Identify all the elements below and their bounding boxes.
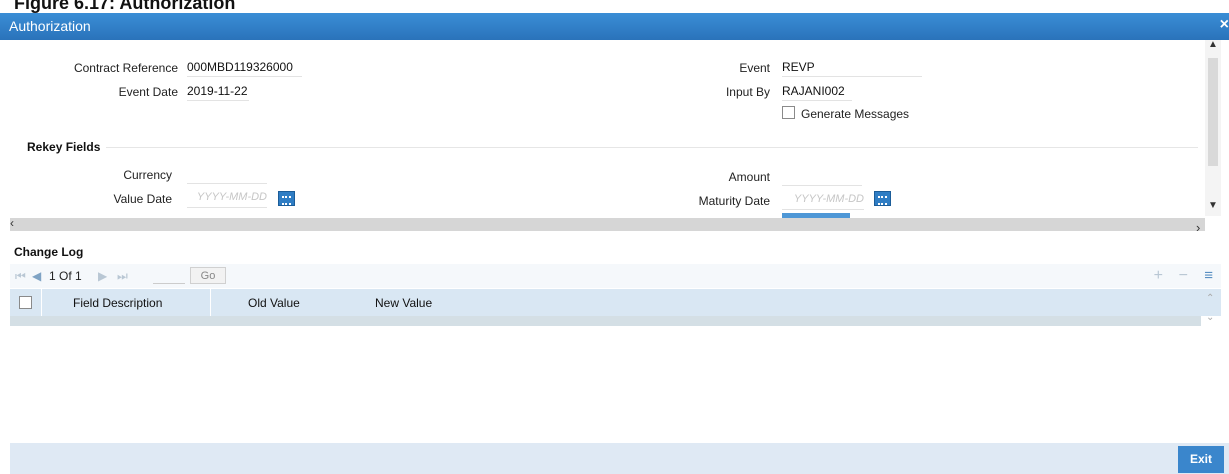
event-date-label: Event Date — [118, 85, 178, 99]
close-icon[interactable]: × — [1220, 16, 1229, 34]
page-number-input[interactable] — [153, 269, 185, 284]
table-scrollbar[interactable]: ⌃ ⌄ — [1201, 289, 1221, 327]
change-log-table-header: Field Description Old Value New Value — [10, 289, 1221, 316]
event-label: Event — [739, 61, 770, 75]
calendar-icon[interactable] — [278, 191, 295, 206]
last-page-icon[interactable]: ⏭ — [117, 269, 128, 284]
column-field-description[interactable]: Field Description — [73, 296, 162, 310]
column-divider — [41, 289, 42, 316]
event-value: REVP — [782, 60, 922, 77]
scroll-down-icon[interactable]: ▼ — [1208, 200, 1218, 211]
scroll-up-icon[interactable]: ▲ — [1208, 40, 1218, 50]
page-indicator: 1 Of 1 — [49, 269, 82, 283]
maturity-date-input[interactable]: YYYY-MM-DD — [782, 193, 864, 210]
horizontal-scrollbar[interactable]: ‹ — [10, 216, 1205, 231]
figure-caption: Figure 6.17: Authorization — [14, 0, 236, 13]
first-page-icon[interactable]: ⏮ — [15, 269, 26, 284]
change-log-pager: ⏮ ◀ 1 Of 1 ▶ ⏭ Go + − ≡ — [10, 264, 1221, 288]
scroll-left-icon[interactable]: ‹ — [10, 216, 14, 230]
add-row-icon[interactable]: + — [1154, 267, 1163, 285]
footer-bar: Exit — [10, 443, 1229, 474]
contract-reference-value: 000MBD119326000 — [187, 60, 302, 77]
vertical-scrollbar[interactable]: ▲ ▼ — [1205, 40, 1221, 216]
next-page-icon[interactable]: ▶ — [98, 269, 107, 283]
calendar-icon[interactable] — [874, 191, 891, 206]
section-divider — [106, 147, 1198, 148]
prev-page-icon[interactable]: ◀ — [32, 269, 41, 283]
select-all-checkbox[interactable] — [19, 296, 32, 309]
currency-input[interactable] — [187, 167, 267, 184]
amount-input[interactable] — [782, 169, 862, 186]
value-date-label: Value Date — [113, 192, 172, 206]
scroll-down-icon[interactable]: ⌄ — [1206, 312, 1214, 323]
currency-label: Currency — [123, 168, 172, 182]
scroll-right-icon[interactable]: › — [1196, 220, 1200, 235]
list-view-icon[interactable]: ≡ — [1204, 267, 1213, 284]
rekey-fields-title: Rekey Fields — [27, 140, 101, 154]
event-date-value: 2019-11-22 — [187, 84, 249, 101]
change-log-title: Change Log — [14, 245, 84, 259]
value-date-input[interactable]: YYYY-MM-DD — [187, 191, 267, 208]
delete-row-icon[interactable]: − — [1179, 267, 1188, 285]
input-by-label: Input By — [725, 85, 770, 99]
generate-messages-checkbox[interactable] — [782, 106, 795, 119]
scroll-up-icon[interactable]: ⌃ — [1206, 293, 1214, 304]
exit-button[interactable]: Exit — [1178, 446, 1224, 473]
amount-label: Amount — [728, 170, 770, 184]
contract-reference-label: Contract Reference — [73, 61, 178, 75]
generate-messages-label: Generate Messages — [801, 107, 910, 121]
column-old-value[interactable]: Old Value — [248, 296, 300, 310]
go-button[interactable]: Go — [190, 267, 226, 284]
maturity-date-label: Maturity Date — [698, 194, 770, 208]
column-new-value[interactable]: New Value — [375, 296, 432, 310]
window-titlebar: Authorization × — [0, 13, 1229, 40]
authorization-form: Contract Reference 000MBD119326000 Event… — [10, 40, 1221, 236]
input-by-value: RAJANI002 — [782, 84, 852, 101]
scrollbar-thumb[interactable] — [1208, 58, 1218, 166]
column-divider — [210, 289, 211, 316]
window-title: Authorization — [9, 18, 91, 34]
table-row[interactable] — [10, 316, 1201, 326]
